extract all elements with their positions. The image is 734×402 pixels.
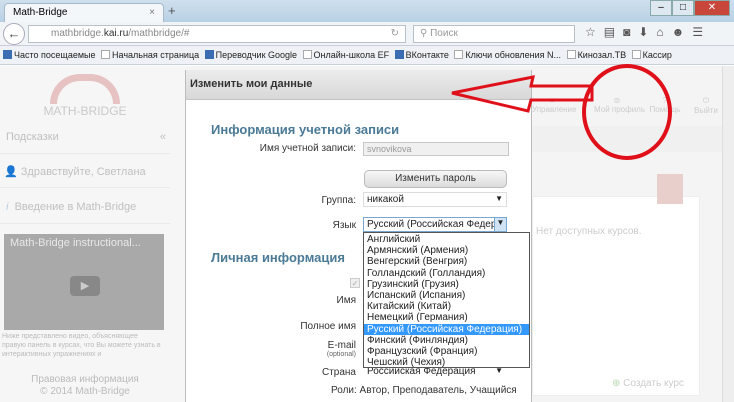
red-circle-annotation [582, 64, 672, 160]
annotation-overlay [451, 64, 672, 160]
red-arrow-annotation [451, 75, 594, 113]
